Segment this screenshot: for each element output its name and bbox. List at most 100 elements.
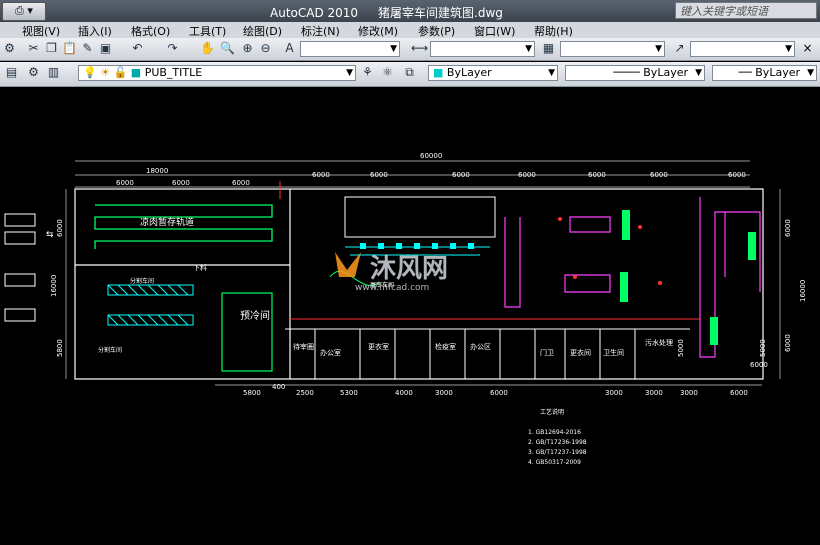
table-style-dropdown[interactable]: ▼ <box>560 41 665 57</box>
zoom-window-icon[interactable]: ⊕ <box>240 41 255 56</box>
dim-bottom: 6000 <box>490 389 508 397</box>
dim-right: 6000 <box>784 334 792 352</box>
note-line: 2. GB/T17236-1998 <box>528 439 587 446</box>
color-swatch-icon: ■ <box>130 66 142 79</box>
dim-top: 6000 <box>116 179 134 187</box>
lock-icon: 🔓 <box>113 66 128 79</box>
zoom-icon[interactable]: 🔍 <box>220 41 235 56</box>
dim-top: 6000 <box>232 179 250 187</box>
color-dropdown[interactable]: ■ ByLayer ▼ <box>428 65 558 81</box>
dim-bottom: 3000 <box>435 389 453 397</box>
pan-icon[interactable]: ✋ <box>200 41 215 56</box>
dim-left: 6000 <box>56 219 64 237</box>
redo-icon[interactable]: ↷ <box>165 41 180 56</box>
multileader-style-dropdown[interactable]: ▼ <box>690 41 795 57</box>
text-style-icon[interactable]: A <box>282 41 297 56</box>
room-label: 卫生间 <box>603 348 624 357</box>
dim-bottom: 3000 <box>645 389 663 397</box>
paste-icon[interactable]: 📋 <box>62 41 77 56</box>
menu-window[interactable]: 窗口(W) <box>474 23 515 39</box>
dim-top: 18000 <box>146 167 168 175</box>
dim-bottom: 4000 <box>395 389 413 397</box>
dim-left: 5800 <box>56 339 64 357</box>
drawing-canvas[interactable]: 60000 18000 6000 6000 6000 6000 6000 600… <box>0 87 820 545</box>
menu-format[interactable]: 格式(O) <box>131 23 170 39</box>
svg-text:www.mfcad.com: www.mfcad.com <box>355 283 429 293</box>
menu-dimension[interactable]: 标注(N) <box>301 23 340 39</box>
dim-top: 6000 <box>312 171 330 179</box>
layers-toolbar: ▤ ⚙ ▥ 💡 ☀ 🔓 ■ PUB_TITLE ▼ ⚘ ⚛ ⧉ ■ ByLayer… <box>0 62 820 87</box>
layer-match-icon[interactable]: ⚛ <box>380 65 395 80</box>
multileader-style-icon[interactable]: ↗ <box>672 41 687 56</box>
menu-help[interactable]: 帮助(H) <box>534 23 573 39</box>
dim-right: 6000 <box>784 219 792 237</box>
properties-icon[interactable]: ⚙ <box>2 41 17 56</box>
layer-manager-icon[interactable]: ▤ <box>4 65 19 80</box>
light-bulb-icon: 💡 <box>83 66 97 79</box>
watermark: 沐风网 www.mfcad.com <box>335 252 448 293</box>
sun-icon: ☀ <box>100 66 111 79</box>
note-line: 3. GB/T17237-1998 <box>528 449 587 456</box>
dim-top: 6000 <box>518 171 536 179</box>
room-label: 污水处理 <box>645 338 673 347</box>
menu-view[interactable]: 视图(V) <box>22 23 60 39</box>
room-label: 待宰圈 <box>293 342 314 351</box>
room-label: 更衣间 <box>570 348 591 357</box>
layer-state-icon[interactable]: ⚙ <box>26 65 41 80</box>
window-title: AutoCAD 2010 猪屠宰车间建筑图.dwg <box>270 6 503 20</box>
table-style-icon[interactable]: ▦ <box>541 41 556 56</box>
title-bar: ⎙ ▾ AutoCAD 2010 猪屠宰车间建筑图.dwg 键入关键字或短语 <box>0 0 820 22</box>
note-line: 4. GB50317-2009 <box>528 459 581 466</box>
undo-icon[interactable]: ↶ <box>130 41 145 56</box>
dim-right: 6000 <box>750 361 768 369</box>
match-icon[interactable]: ✎ <box>80 41 95 56</box>
room-label: 分割车间 <box>130 277 154 285</box>
dim-bottom: 2500 <box>296 389 314 397</box>
layer-isolate-icon[interactable]: ⧉ <box>402 65 417 80</box>
room-label: 分割车间 <box>98 346 122 354</box>
dim-top: 6000 <box>728 171 746 179</box>
dim-right: 5000 <box>759 339 767 357</box>
make-current-icon[interactable]: ⚘ <box>360 65 375 80</box>
truck-label: ⇆ <box>46 230 54 240</box>
menu-parameter[interactable]: 参数(P) <box>418 23 455 39</box>
room-label: 门卫 <box>540 348 554 357</box>
dim-bottom: 400 <box>272 383 285 391</box>
dim-bottom: 6000 <box>730 389 748 397</box>
dim-style-dropdown[interactable]: ▼ <box>430 41 535 57</box>
cut-icon[interactable]: ✂ <box>26 41 41 56</box>
room-label: 检疫室 <box>435 342 456 351</box>
dim-top: 6000 <box>588 171 606 179</box>
text-style-dropdown[interactable]: ▼ <box>300 41 400 57</box>
dim-style-icon[interactable]: ⟷ <box>411 41 428 56</box>
dim-top: 6000 <box>650 171 668 179</box>
standard-toolbar: ⚙ ✂ ❐ 📋 ✎ ▣ ↶ ↷ ✋ 🔍 ⊕ ⊖ A ▼ ⟷ ▼ ▦ ▼ ↗ ▼ … <box>0 38 820 61</box>
quick-access-button[interactable]: ⎙ ▾ <box>2 2 46 21</box>
menu-insert[interactable]: 插入(I) <box>78 23 112 39</box>
copy-icon[interactable]: ❐ <box>44 41 59 56</box>
menu-modify[interactable]: 修改(M) <box>358 23 398 39</box>
dim-bottom: 3000 <box>605 389 623 397</box>
block-icon[interactable]: ▣ <box>98 41 113 56</box>
layer-dropdown[interactable]: 💡 ☀ 🔓 ■ PUB_TITLE ▼ <box>78 65 356 81</box>
close-icon[interactable]: × <box>800 41 815 56</box>
dim-top: 6000 <box>452 171 470 179</box>
room-label: 下料 <box>193 263 207 272</box>
zoom-previous-icon[interactable]: ⊖ <box>258 41 273 56</box>
room-label: 预冷间 <box>240 309 270 322</box>
menu-draw[interactable]: 绘图(D) <box>243 23 282 39</box>
menu-tools[interactable]: 工具(T) <box>189 23 226 39</box>
room-label: 凉肉暂存轨道 <box>140 216 194 228</box>
dim-right: 5000 <box>677 339 685 357</box>
dim-top: 6000 <box>370 171 388 179</box>
search-input[interactable]: 键入关键字或短语 <box>675 2 817 19</box>
layer-previous-icon[interactable]: ▥ <box>46 65 61 80</box>
linetype-dropdown[interactable]: ──── ByLayer ▼ <box>565 65 705 81</box>
dim-bottom: 5300 <box>340 389 358 397</box>
floor-plan-drawing: 60000 18000 6000 6000 6000 6000 6000 600… <box>4 152 807 466</box>
dim-total: 60000 <box>420 152 442 160</box>
dim-left: 16000 <box>50 275 58 297</box>
room-label: 办公区 <box>470 342 491 351</box>
svg-text:沐风网: 沐风网 <box>370 254 448 284</box>
lineweight-dropdown[interactable]: ── ByLayer ▼ <box>712 65 817 81</box>
